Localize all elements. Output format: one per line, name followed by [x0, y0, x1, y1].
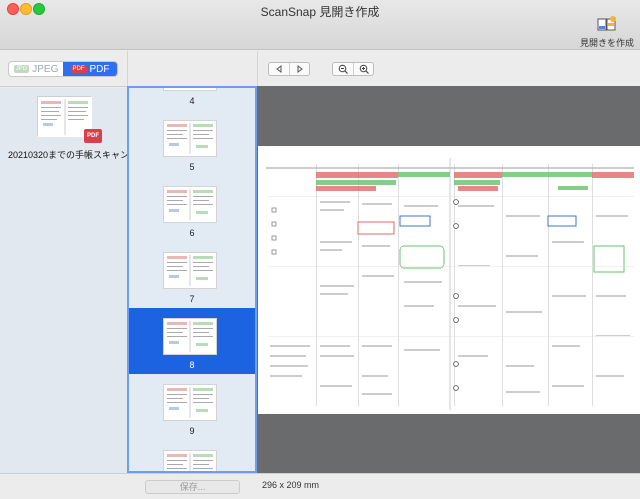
- page-thumbnail-selected[interactable]: 8: [129, 308, 255, 374]
- page-number: 4: [189, 96, 195, 106]
- page-thumbnail[interactable]: 5: [129, 110, 255, 176]
- format-toggle[interactable]: JPG JPEG PDF PDF: [8, 61, 118, 77]
- page-nav-group: [268, 62, 310, 76]
- page-thumbnail-image: [163, 384, 217, 421]
- spread-thumbnail-icon: [167, 321, 213, 352]
- page-thumbnail[interactable]: 6: [129, 176, 255, 242]
- previous-page-button[interactable]: [269, 63, 289, 75]
- save-button[interactable]: 保存...: [145, 480, 240, 494]
- spread-thumbnail-icon: [167, 387, 213, 418]
- page-thumbnail[interactable]: 9: [129, 374, 255, 440]
- format-option-jpeg[interactable]: JPG JPEG: [9, 62, 63, 76]
- page-thumbnail[interactable]: 4: [129, 86, 255, 110]
- page-number: 9: [189, 426, 195, 436]
- page-thumbnail-image: [163, 252, 217, 289]
- page-dimensions: 296 x 209 mm: [262, 480, 320, 490]
- zoom-in-icon: [359, 64, 369, 74]
- spread-pages-icon: [597, 16, 616, 31]
- zoom-out-button[interactable]: [333, 63, 353, 75]
- file-list-pane: PDF 20210320までの手帳スキャン: [0, 88, 130, 473]
- column-divider: [257, 51, 258, 87]
- zoom-out-icon: [338, 64, 348, 74]
- page-viewer[interactable]: [257, 86, 640, 473]
- page-thumbnail-image: [163, 318, 217, 355]
- pdf-file-icon: PDF: [84, 129, 102, 143]
- zoom-in-button[interactable]: [353, 63, 373, 75]
- page-number: 7: [189, 294, 195, 304]
- create-spread-button[interactable]: 見開きを作成: [578, 16, 636, 48]
- file-item[interactable]: PDF 20210320までの手帳スキャン: [8, 96, 130, 161]
- page-number: 5: [189, 162, 195, 172]
- spread-thumbnail-icon: [167, 453, 213, 471]
- planner-spread-page: [258, 146, 640, 414]
- planner-spread-image: [266, 158, 634, 410]
- spread-thumbnail-icon: [167, 123, 213, 154]
- spread-thumbnail-icon: [167, 189, 213, 220]
- jpeg-badge-icon: JPG: [13, 65, 30, 73]
- format-option-label: PDF: [89, 63, 110, 75]
- status-bar: 保存... 296 x 209 mm: [0, 473, 640, 499]
- spread-thumbnail-icon: [164, 86, 216, 90]
- control-row: JPG JPEG PDF PDF: [0, 51, 640, 87]
- format-option-label: JPEG: [32, 63, 59, 75]
- page-thumbnail[interactable]: 7: [129, 242, 255, 308]
- page-thumbnail-pane[interactable]: 4 5 6 7 8 9: [127, 86, 257, 473]
- page-thumbnail[interactable]: [129, 440, 255, 471]
- page-thumbnail-image: [163, 120, 217, 157]
- window-title: ScanSnap 見開き作成: [260, 5, 380, 19]
- spread-thumbnail-icon: [167, 255, 213, 286]
- column-divider: [127, 51, 128, 87]
- file-name: 20210320までの手帳スキャン: [8, 150, 130, 160]
- pdf-badge-icon: PDF: [70, 65, 87, 73]
- triangle-right-icon: [297, 65, 303, 73]
- format-option-pdf[interactable]: PDF PDF: [63, 62, 117, 76]
- page-number: 8: [189, 360, 195, 370]
- page-thumbnail-image: [163, 86, 217, 91]
- zoom-group: [332, 62, 374, 76]
- triangle-left-icon: [276, 65, 282, 73]
- file-thumbnail: PDF: [37, 96, 102, 143]
- create-spread-label: 見開きを作成: [579, 38, 634, 48]
- page-thumbnail-image: [163, 450, 217, 471]
- title-bar: ScanSnap 見開き作成 見開きを作成: [0, 0, 640, 50]
- page-number: 6: [189, 228, 195, 238]
- page-thumbnail-image: [163, 186, 217, 223]
- next-page-button[interactable]: [289, 63, 309, 75]
